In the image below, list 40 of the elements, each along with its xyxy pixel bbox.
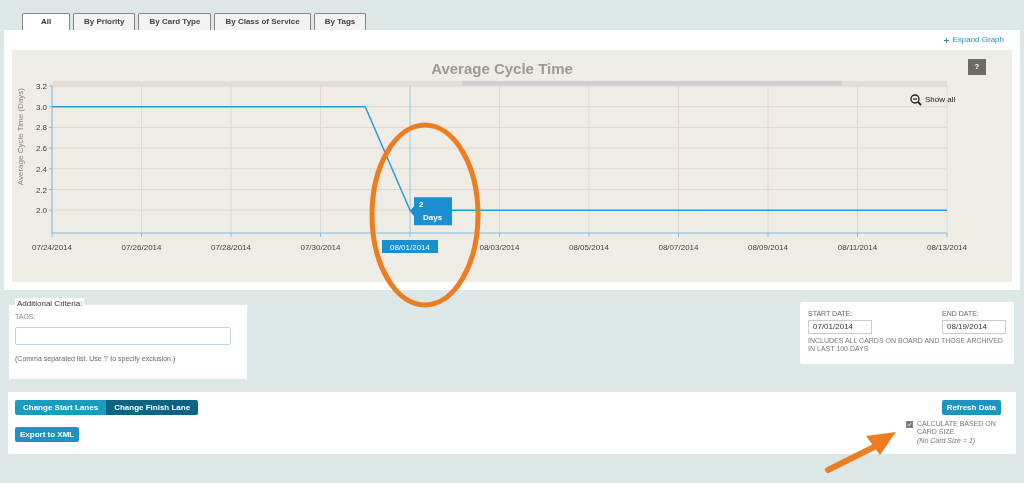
x-tick-label: 07/28/2014 [211, 242, 251, 252]
help-button[interactable]: ? [968, 59, 986, 75]
chart-title: Average Cycle Time [431, 60, 573, 77]
tab[interactable]: By Card Type [138, 13, 212, 30]
y-tick-label: 2.8 [35, 123, 47, 133]
annotation: 2 Days [419, 200, 443, 223]
pointer-arrow [825, 432, 896, 473]
lane-button[interactable]: Change Finish Lane [106, 400, 199, 415]
x-tick-label: 08/13/2014 [927, 242, 967, 252]
value-tooltip: 2 Days [410, 197, 452, 226]
tab[interactable]: By Tags [313, 13, 367, 30]
show-all-link[interactable]: Show all [925, 95, 956, 104]
tab[interactable]: By Class of Service [214, 13, 311, 30]
x-tick-label: 08/11/2014 [837, 242, 878, 252]
x-tick-label: 07/26/2014 [121, 242, 162, 252]
plus-icon [944, 37, 950, 43]
chart-scrollbar[interactable] [52, 81, 947, 86]
y-tick-label: 2.2 [35, 185, 47, 195]
x-tick-label: 07/24/2014 [32, 242, 72, 252]
x-tick-label: 07/30/2014 [300, 242, 341, 252]
tags-field[interactable] [15, 326, 231, 345]
start-date-field[interactable]: 07/01/2014 [808, 319, 872, 334]
tab[interactable]: By Priority [73, 13, 136, 30]
y-axis-label: Average Cycle Time (Days) [16, 88, 25, 186]
x-tick-label: 08/07/2014 [658, 242, 699, 252]
y-tick-label: 3.0 [35, 102, 47, 112]
y-tick-label: 2.4 [35, 164, 47, 174]
end-date-field[interactable]: 08/19/2014 [942, 319, 1006, 334]
x-tick-label: 08/09/2014 [748, 242, 788, 252]
y-tick-label: 3.2 [35, 82, 47, 91]
tab[interactable]: All [22, 13, 70, 30]
zoom-out-icon [910, 94, 922, 106]
x-tick-label: 08/05/2014 [569, 242, 609, 252]
x-tick-label: 08/01/2014 [382, 240, 438, 253]
expand-graph-link[interactable]: Expand Graph [952, 34, 1004, 46]
card-size-checkbox[interactable] [906, 421, 913, 428]
x-tick-label: 08/01/2014 [389, 242, 431, 252]
y-tick-label: 2.0 [35, 206, 47, 216]
x-tick-label: 08/03/2014 [479, 242, 520, 252]
y-tick-label: 2.6 [35, 144, 47, 154]
